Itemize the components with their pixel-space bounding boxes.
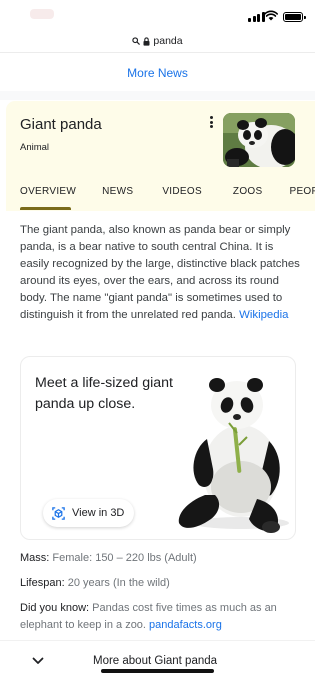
tab-people[interactable]: PEOP bbox=[289, 179, 315, 211]
fact-did-you-know: Did you know: Pandas cost five times as … bbox=[20, 600, 305, 634]
3d-panda-image bbox=[178, 378, 289, 533]
tab-videos[interactable]: VIDEOS bbox=[162, 179, 202, 211]
status-bar bbox=[0, 0, 315, 30]
chevron-down-icon[interactable] bbox=[32, 657, 44, 665]
panda-thumbnail-image[interactable] bbox=[223, 113, 295, 167]
wikipedia-link[interactable]: Wikipedia bbox=[239, 309, 288, 321]
url-bar[interactable]: panda bbox=[0, 31, 315, 51]
battery-icon bbox=[283, 12, 306, 22]
more-about-giant-panda-link[interactable]: More about Giant panda bbox=[93, 655, 217, 667]
home-indicator bbox=[101, 669, 214, 673]
fact-lifespan-value: 20 years (In the wild) bbox=[67, 577, 170, 589]
cellular-signal-icon bbox=[248, 12, 265, 22]
more-news-link[interactable]: More News bbox=[0, 66, 315, 80]
divider bbox=[0, 640, 315, 641]
wifi-icon bbox=[264, 10, 278, 21]
more-vert-icon[interactable] bbox=[206, 114, 216, 130]
view-in-3d-label: View in 3D bbox=[72, 507, 125, 519]
fact-did-you-know-label: Did you know: bbox=[20, 602, 90, 614]
3d-cube-icon bbox=[52, 506, 65, 520]
fact-mass-value: Female: 150 – 220 lbs (Adult) bbox=[52, 552, 197, 564]
panel-title: Giant panda bbox=[20, 116, 102, 133]
tab-zoos[interactable]: ZOOS bbox=[233, 179, 263, 211]
status-time bbox=[30, 9, 54, 19]
panel-subtitle: Animal bbox=[20, 142, 50, 153]
description: The giant panda, also known as panda bea… bbox=[20, 222, 305, 325]
url-domain: panda bbox=[153, 35, 183, 47]
view-in-3d-button[interactable]: View in 3D bbox=[43, 499, 135, 527]
fact-mass: Mass: Female: 150 – 220 lbs (Adult) bbox=[20, 550, 305, 567]
divider bbox=[0, 52, 315, 53]
search-icon bbox=[132, 37, 141, 45]
tab-news[interactable]: NEWS bbox=[102, 179, 133, 211]
active-tab-indicator bbox=[20, 207, 71, 210]
section-separator bbox=[0, 91, 315, 100]
fact-lifespan-label: Lifespan: bbox=[20, 577, 65, 589]
knowledge-panel-header: Giant panda Animal OVERVIEW NEWS VIDEOS … bbox=[6, 101, 315, 211]
description-text: The giant panda, also known as panda bea… bbox=[20, 224, 300, 322]
view-3d-card[interactable]: Meet a life-sized giant panda up close. … bbox=[20, 356, 296, 540]
lock-icon bbox=[143, 36, 150, 46]
pandafacts-link[interactable]: pandafacts.org bbox=[149, 619, 222, 631]
fact-lifespan: Lifespan: 20 years (In the wild) bbox=[20, 575, 305, 592]
fact-mass-label: Mass: bbox=[20, 552, 50, 564]
